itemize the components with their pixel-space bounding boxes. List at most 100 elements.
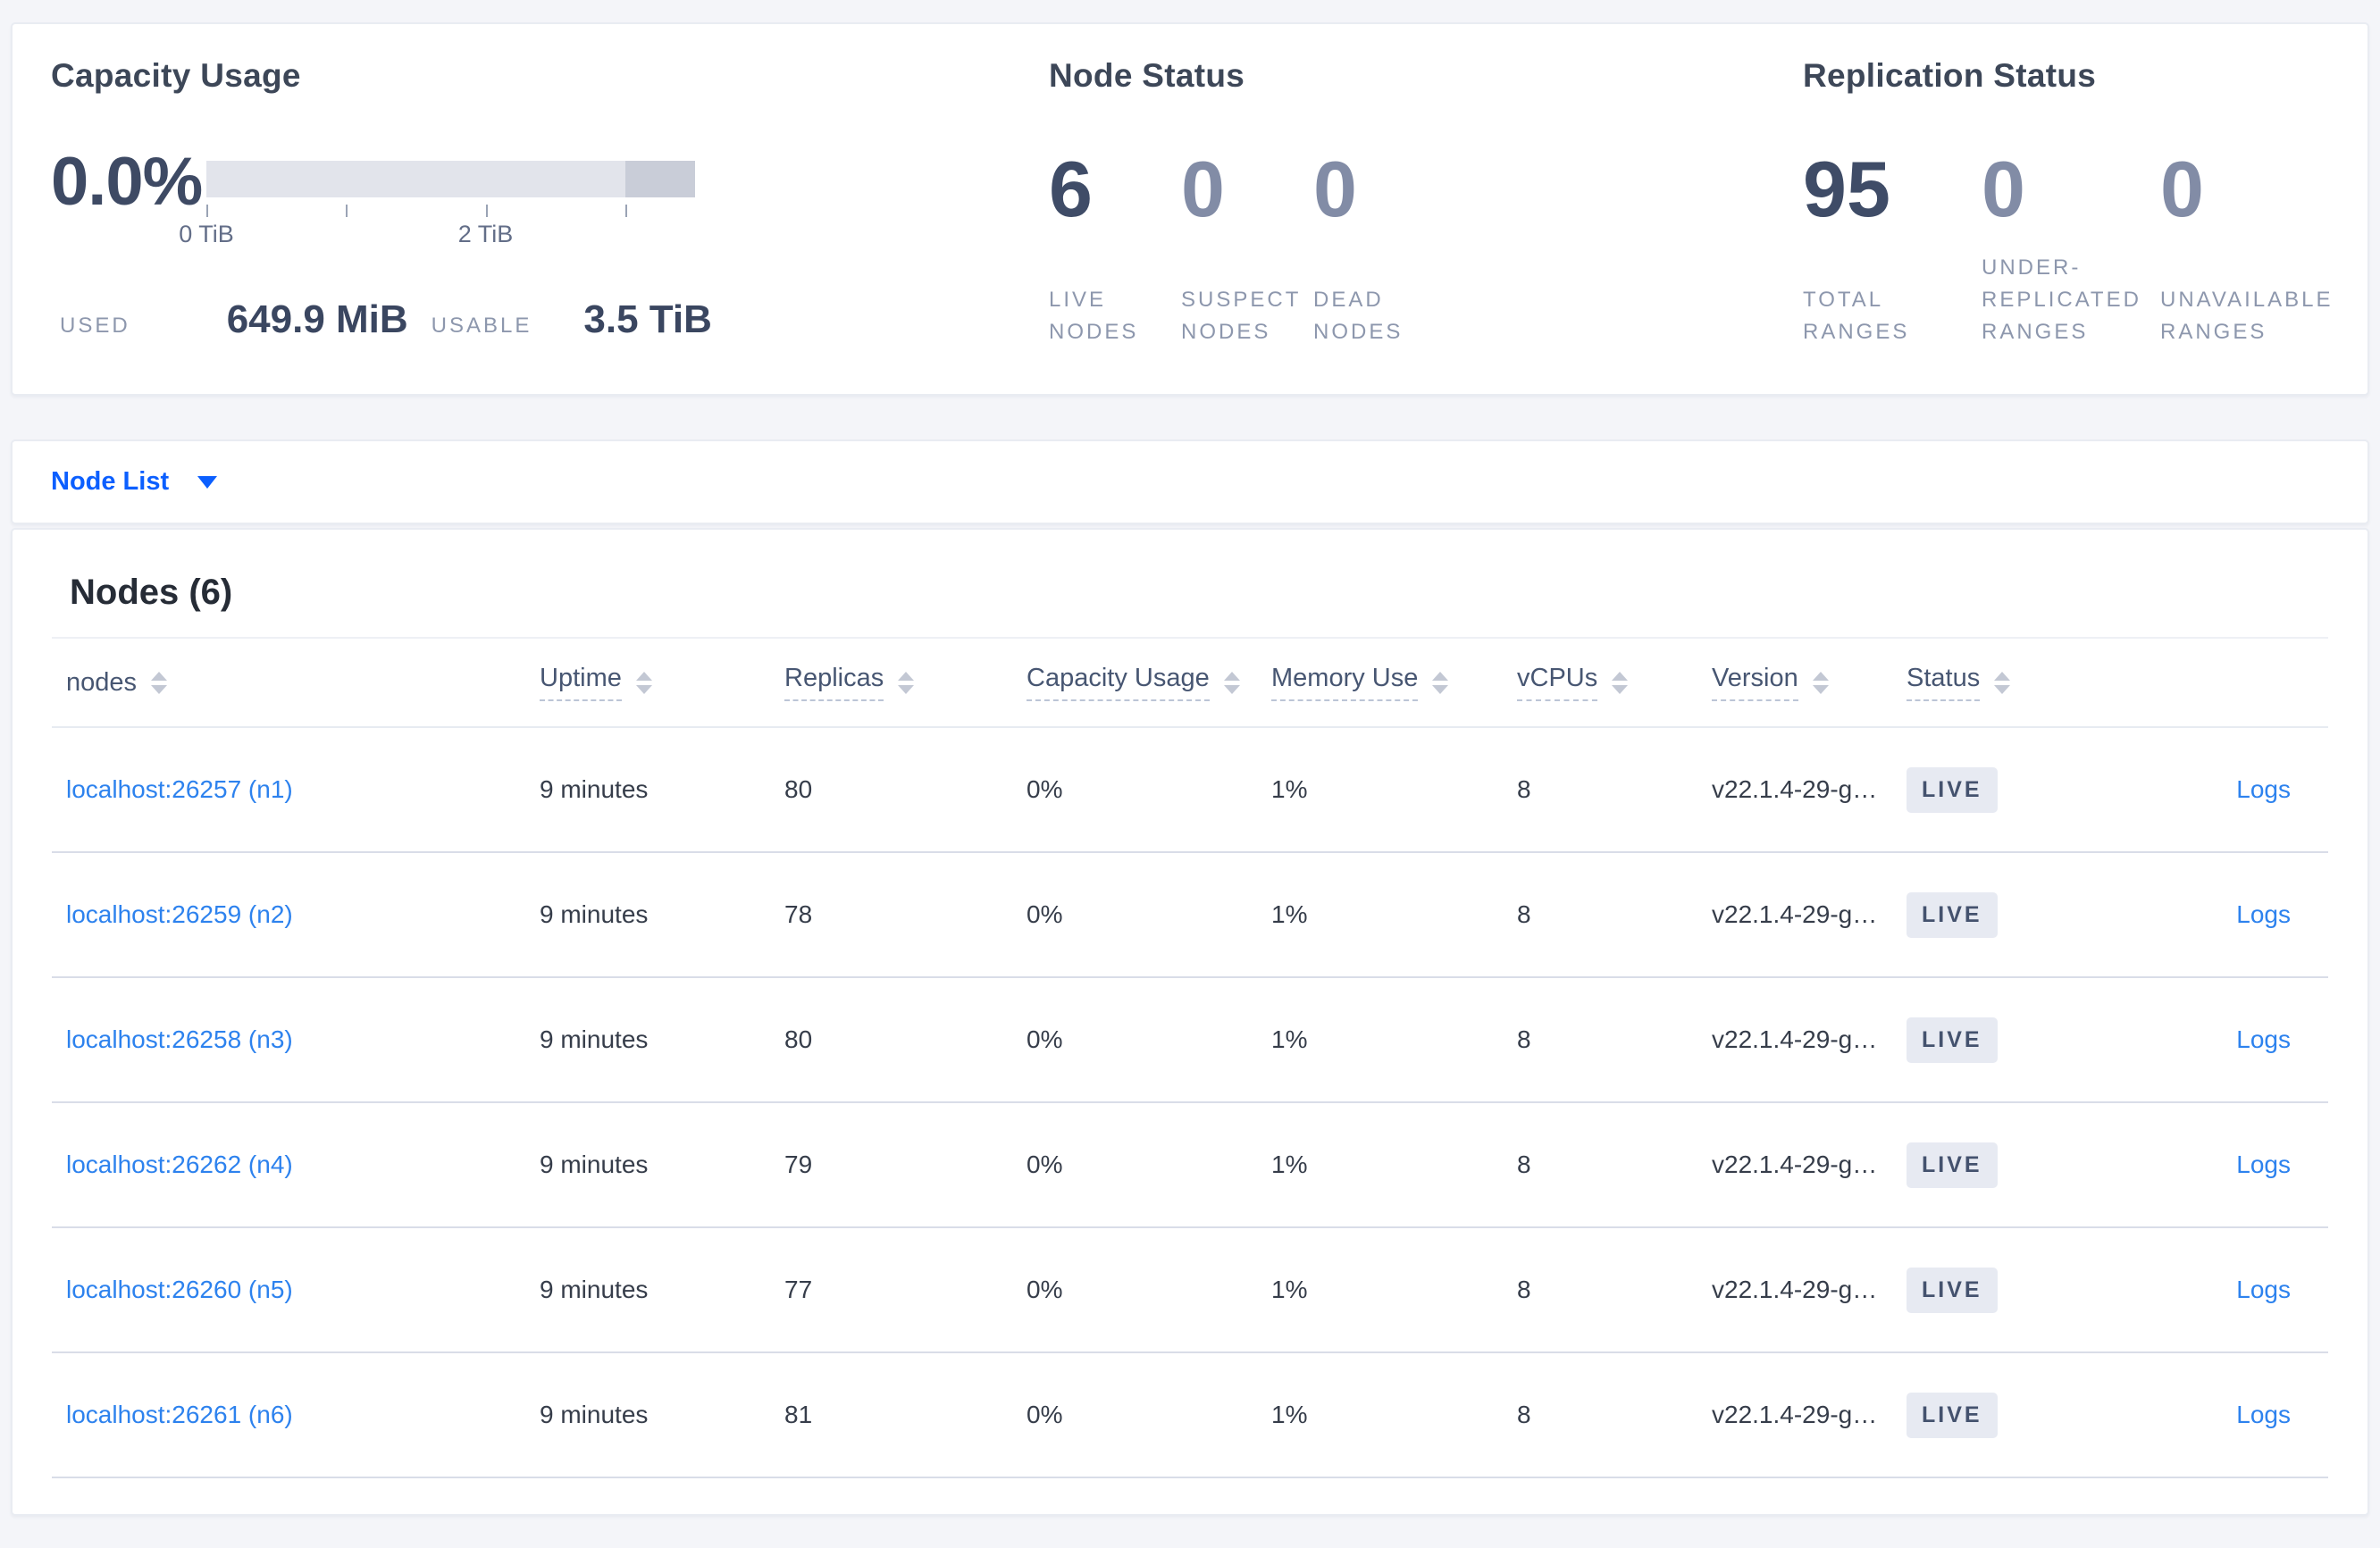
sort-arrows-icon (1994, 671, 2011, 694)
live-nodes-value: 6 (1049, 145, 1093, 233)
node-status-stats: 6 LIVE NODES 0 SUSPECT NODES 0 DEAD NODE… (1049, 146, 1803, 348)
logs-link[interactable]: Logs (2236, 1276, 2291, 1303)
memory-use-cell: 1% (1271, 1151, 1308, 1178)
node-link[interactable]: localhost:26259 (n2) (66, 900, 293, 928)
column-header-label: Uptime (540, 664, 622, 701)
column-header-replicas[interactable]: Replicas (784, 664, 1027, 701)
sort-arrows-icon (1612, 671, 1629, 694)
status-badge: LIVE (1907, 1017, 1998, 1063)
capacity-usage-title: Capacity Usage (51, 57, 301, 94)
node-link[interactable]: localhost:26260 (n5) (66, 1276, 293, 1303)
logs-cell: Logs (2122, 1401, 2332, 1429)
suspect-nodes-label: SUSPECT NODES (1181, 288, 1301, 344)
column-header-vcpus[interactable]: vCPUs (1517, 664, 1712, 701)
under-replicated-ranges-stat: 0 UNDER-REPLICATED RANGES (1982, 146, 2160, 348)
version-cell: v22.1.4-29-g… (1712, 1401, 1878, 1428)
table-row: localhost:26261 (n6) 9 minutes 81 0% 1% 8 v22.… (52, 1353, 2328, 1478)
replicas-cell: 79 (784, 1151, 813, 1178)
status-cell: LIVE (1907, 891, 2122, 938)
sort-arrows-icon (1432, 671, 1449, 694)
capacity-usage-cell: 0% (1027, 775, 1063, 803)
sort-arrows-icon (1812, 671, 1829, 694)
node-link[interactable]: localhost:26258 (n3) (66, 1025, 293, 1053)
column-header-label: Version (1712, 664, 1798, 701)
sort-arrows-icon (1223, 671, 1240, 694)
node-status-title: Node Status (1049, 57, 1245, 94)
column-header-label: Replicas (784, 664, 884, 701)
total-ranges-label: TOTAL RANGES (1803, 288, 1910, 344)
column-header-memory-use[interactable]: Memory Use (1271, 664, 1517, 701)
capacity-axis-labels: 0 TiB 2 TiB (179, 221, 695, 251)
total-ranges-stat: 95 TOTAL RANGES (1803, 146, 1982, 348)
column-header-label: Status (1907, 664, 1981, 701)
version-cell: v22.1.4-29-g… (1712, 775, 1878, 803)
capacity-used-usable-row: USED 649.9 MiB USABLE 3.5 TiB (60, 297, 1049, 342)
axis-tick (624, 205, 627, 217)
node-list-dropdown[interactable]: Node List (51, 467, 218, 497)
node-address-cell: localhost:26258 (n3) (52, 1025, 540, 1054)
vcpus-cell: 8 (1517, 1401, 1531, 1428)
capacity-usage-cell: 0% (1027, 1276, 1063, 1303)
vcpus-cell: 8 (1517, 775, 1531, 803)
total-ranges-value: 95 (1803, 145, 1890, 233)
cluster-summary-card: Capacity Usage 0.0% 0 TiB 2 TiB USED 649… (11, 22, 2369, 396)
column-header-nodes[interactable]: nodes (52, 668, 540, 698)
memory-use-cell: 1% (1271, 900, 1308, 928)
uptime-cell: 9 minutes (540, 775, 649, 803)
node-link[interactable]: localhost:26261 (n6) (66, 1401, 293, 1428)
nodes-table-header-row: nodes Uptime Replicas Capacity Usage Memory … (52, 639, 2328, 728)
dead-nodes-label: DEAD NODES (1313, 288, 1404, 344)
status-cell: LIVE (1907, 1392, 2122, 1438)
node-address-cell: localhost:26260 (n5) (52, 1276, 540, 1304)
capacity-usage-section: Capacity Usage 0.0% 0 TiB 2 TiB USED 649… (13, 24, 1049, 394)
logs-cell: Logs (2122, 775, 2332, 804)
axis-tick (206, 205, 208, 217)
replication-stats: 95 TOTAL RANGES 0 UNDER-REPLICATED RANGE… (1803, 146, 2367, 348)
axis-tick (485, 205, 488, 217)
sort-arrows-icon (151, 671, 168, 694)
node-link[interactable]: localhost:26262 (n4) (66, 1151, 293, 1178)
usable-value: 3.5 TiB (583, 297, 712, 341)
vcpus-cell: 8 (1517, 1151, 1531, 1178)
capacity-gauge: 0.0% 0 TiB 2 TiB (51, 146, 1049, 251)
under-replicated-ranges-value: 0 (1982, 145, 2025, 233)
replicas-cell: 77 (784, 1276, 813, 1303)
capacity-usage-cell: 0% (1027, 1401, 1063, 1428)
unavailable-ranges-stat: 0 UNAVAILABLE RANGES (2160, 146, 2339, 348)
node-link[interactable]: localhost:26257 (n1) (66, 775, 293, 803)
memory-use-cell: 1% (1271, 1401, 1308, 1428)
version-cell: v22.1.4-29-g… (1712, 1025, 1878, 1053)
capacity-axis-ticks (206, 203, 695, 219)
replicas-cell: 80 (784, 1025, 813, 1053)
column-header-label: Capacity Usage (1027, 664, 1210, 701)
column-header-capacity-usage[interactable]: Capacity Usage (1027, 664, 1271, 701)
logs-link[interactable]: Logs (2236, 1025, 2291, 1053)
status-badge: LIVE (1907, 1267, 1998, 1313)
status-cell: LIVE (1907, 766, 2122, 813)
column-header-version[interactable]: Version (1712, 664, 1907, 701)
status-cell: LIVE (1907, 1017, 2122, 1063)
version-cell: v22.1.4-29-g… (1712, 900, 1878, 928)
column-header-status[interactable]: Status (1907, 664, 2122, 701)
table-row: localhost:26262 (n4) 9 minutes 79 0% 1% 8 v22.… (52, 1103, 2328, 1228)
node-status-section: Node Status 6 LIVE NODES 0 SUSPECT NODES… (1049, 24, 1803, 394)
status-badge: LIVE (1907, 766, 1998, 813)
sort-arrows-icon (898, 671, 915, 694)
capacity-bar-chart: 0 TiB 2 TiB (179, 161, 695, 251)
replicas-cell: 78 (784, 900, 813, 928)
logs-link[interactable]: Logs (2236, 1151, 2291, 1178)
chevron-down-icon (197, 475, 218, 489)
column-header-uptime[interactable]: Uptime (540, 664, 784, 701)
column-header-label: nodes (66, 667, 138, 697)
logs-link[interactable]: Logs (2236, 1401, 2291, 1428)
logs-cell: Logs (2122, 1025, 2332, 1054)
sort-arrows-icon (635, 671, 652, 694)
logs-cell: Logs (2122, 900, 2332, 929)
logs-link[interactable]: Logs (2236, 900, 2291, 928)
dead-nodes-value: 0 (1313, 145, 1357, 233)
nodes-table-body: localhost:26257 (n1) 9 minutes 80 0% 1% 8 v22.… (52, 728, 2328, 1478)
capacity-bar-used-segment (624, 161, 695, 197)
logs-link[interactable]: Logs (2236, 775, 2291, 803)
under-replicated-ranges-label: UNDER-REPLICATED RANGES (1982, 255, 2141, 344)
replicas-cell: 80 (784, 775, 813, 803)
